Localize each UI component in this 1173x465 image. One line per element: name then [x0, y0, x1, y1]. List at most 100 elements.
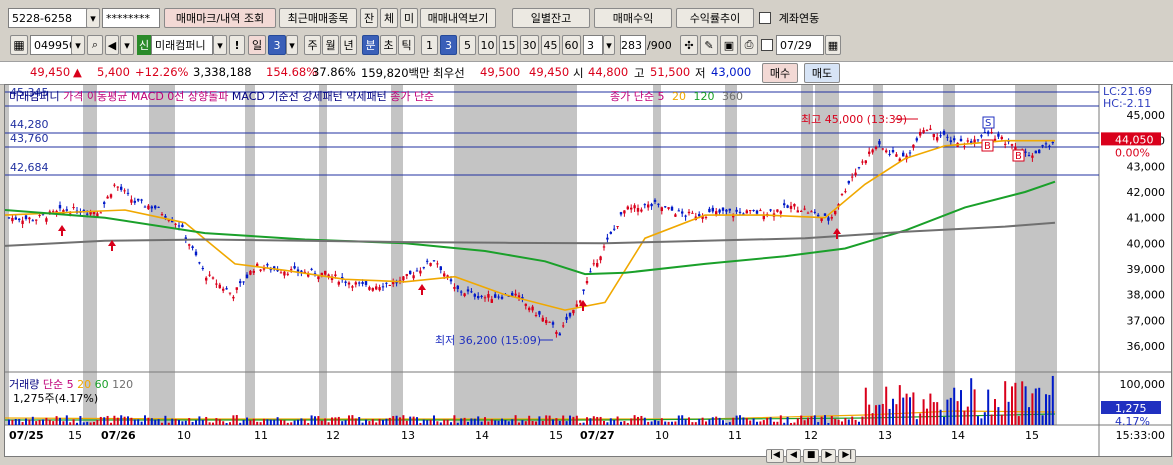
volume-bar — [1034, 388, 1037, 425]
calendar-icon[interactable]: ▦ — [825, 35, 841, 55]
candle-body — [528, 307, 531, 311]
history-view-button[interactable]: 매매내역보기 — [420, 8, 496, 28]
volume-bar — [439, 422, 442, 425]
volume-bar — [334, 417, 337, 425]
market-badge: 신 — [137, 35, 151, 55]
period-second-button[interactable]: 초 — [380, 35, 397, 55]
time-tick-9: 07/27 — [580, 429, 615, 442]
password-field[interactable]: ******** — [102, 8, 160, 28]
daily-balance-button[interactable]: 일별잔고 — [512, 8, 590, 28]
interval-3-button[interactable]: 3 — [440, 35, 457, 55]
volume-bar — [218, 419, 221, 425]
chart-area[interactable]: 45,34544,28043,76042,68445,00044,00043,0… — [4, 84, 1172, 457]
account-dropdown-icon[interactable]: ▾ — [86, 8, 100, 28]
period-year-button[interactable]: 년 — [340, 35, 357, 55]
candle-body — [293, 266, 296, 269]
candle-body — [412, 275, 415, 279]
volume-bar — [745, 418, 748, 425]
candle-body — [630, 207, 633, 210]
scroll-next-icon[interactable]: ▶ — [821, 449, 837, 463]
volume-bar — [572, 416, 575, 425]
order-history-button[interactable]: 매매마크/내역 조회 — [164, 8, 276, 28]
execution-button[interactable]: 체 — [380, 8, 398, 28]
unexecuted-button[interactable]: 미 — [400, 8, 418, 28]
candle-body — [874, 147, 878, 149]
date-field[interactable]: 07/29 — [776, 35, 824, 55]
session-shade-3 — [245, 85, 255, 425]
interval-60-button[interactable]: 60 — [562, 35, 581, 55]
sell-button[interactable]: 매도 — [804, 63, 840, 83]
return-trend-button[interactable]: 수익률추이 — [676, 8, 754, 28]
candle-body — [456, 285, 459, 290]
scroll-stop-icon[interactable]: ■ — [802, 449, 820, 463]
volume-bar — [664, 421, 667, 425]
scroll-prev-icon[interactable]: ◀ — [785, 449, 801, 463]
alert-button[interactable]: ! — [229, 35, 245, 55]
scroll-first-icon[interactable]: |◀ — [766, 449, 784, 463]
candle-body — [1051, 141, 1054, 144]
volume-bar — [616, 416, 619, 425]
lc-hc-labels: LC:21.69 HC:-2.11 — [1103, 86, 1152, 110]
speaker-dropdown-icon[interactable]: ▾ — [120, 35, 134, 55]
candle-body — [1014, 146, 1017, 150]
recent-items-button[interactable]: 최근매매종목 — [279, 8, 357, 28]
period-month-button[interactable]: 월 — [322, 35, 339, 55]
interval-10-button[interactable]: 10 — [478, 35, 497, 55]
legend-stock: 미래컴퍼니 — [9, 90, 60, 103]
buy-button[interactable]: 매수 — [762, 63, 798, 83]
period-week-button[interactable]: 주 — [304, 35, 321, 55]
period-tick-button[interactable]: 틱 — [398, 35, 415, 55]
interval-45-button[interactable]: 45 — [541, 35, 560, 55]
print-icon[interactable]: ⎙ — [740, 35, 758, 55]
stock-code-dropdown-icon[interactable]: ▾ — [71, 35, 85, 55]
account-link-checkbox[interactable] — [759, 12, 771, 24]
interval-15-button[interactable]: 15 — [499, 35, 518, 55]
volume-bar — [1038, 387, 1041, 425]
candle-body — [429, 263, 432, 266]
trade-profit-button[interactable]: 매매수익 — [594, 8, 672, 28]
candle-body — [126, 192, 130, 194]
save-icon[interactable]: ▣ — [720, 35, 738, 55]
volume-bar — [365, 419, 367, 425]
volume-bar — [548, 415, 551, 425]
volume-bar — [711, 417, 714, 425]
chart-settings-icon[interactable]: ▦ — [10, 35, 28, 55]
volume-bar — [926, 408, 928, 425]
count-field[interactable]: 3 — [583, 35, 603, 55]
candle-body — [670, 206, 674, 211]
volume-bar — [470, 418, 473, 425]
volume-bar — [8, 419, 10, 425]
time-tick-10: 10 — [655, 429, 669, 442]
candle-body — [687, 211, 691, 214]
candle-body — [470, 291, 473, 293]
period-day-button[interactable]: 일 — [248, 35, 266, 55]
period-value-field[interactable]: 3 — [268, 35, 286, 55]
high-label: 고 — [634, 66, 645, 80]
candle-body — [558, 333, 561, 336]
interval-5-button[interactable]: 5 — [459, 35, 476, 55]
stock-name-field[interactable]: 미래컴퍼니 — [151, 35, 213, 55]
speaker-icon[interactable]: ◀ — [105, 35, 119, 55]
count-dropdown-icon[interactable]: ▾ — [603, 35, 615, 55]
volume-bar — [637, 416, 639, 425]
candle-body — [854, 172, 857, 176]
volume-bar — [456, 422, 459, 425]
stock-name-dropdown-icon[interactable]: ▾ — [213, 35, 227, 55]
search-icon[interactable]: ⌕ — [87, 35, 103, 55]
volume-bar — [382, 419, 384, 425]
crosshair-icon[interactable]: ✣ — [680, 35, 698, 55]
drawing-tool-icon[interactable]: ✎ — [700, 35, 718, 55]
period-minute-button[interactable]: 분 — [362, 35, 379, 55]
date-checkbox[interactable] — [761, 39, 773, 51]
volume-bar — [477, 416, 480, 425]
price-tick-5: 40,000 — [1127, 237, 1166, 250]
period-dropdown-icon[interactable]: ▾ — [286, 35, 298, 55]
candle-body — [21, 220, 24, 225]
scroll-last-icon[interactable]: ▶| — [838, 449, 857, 463]
account-number-field[interactable]: 5228-6258 — [8, 8, 88, 28]
interval-30-button[interactable]: 30 — [520, 35, 539, 55]
balance-button[interactable]: 잔 — [360, 8, 378, 28]
interval-1-button[interactable]: 1 — [421, 35, 438, 55]
stock-code-field[interactable]: 049950 — [30, 35, 72, 55]
range-field[interactable]: 283 — [620, 35, 646, 55]
